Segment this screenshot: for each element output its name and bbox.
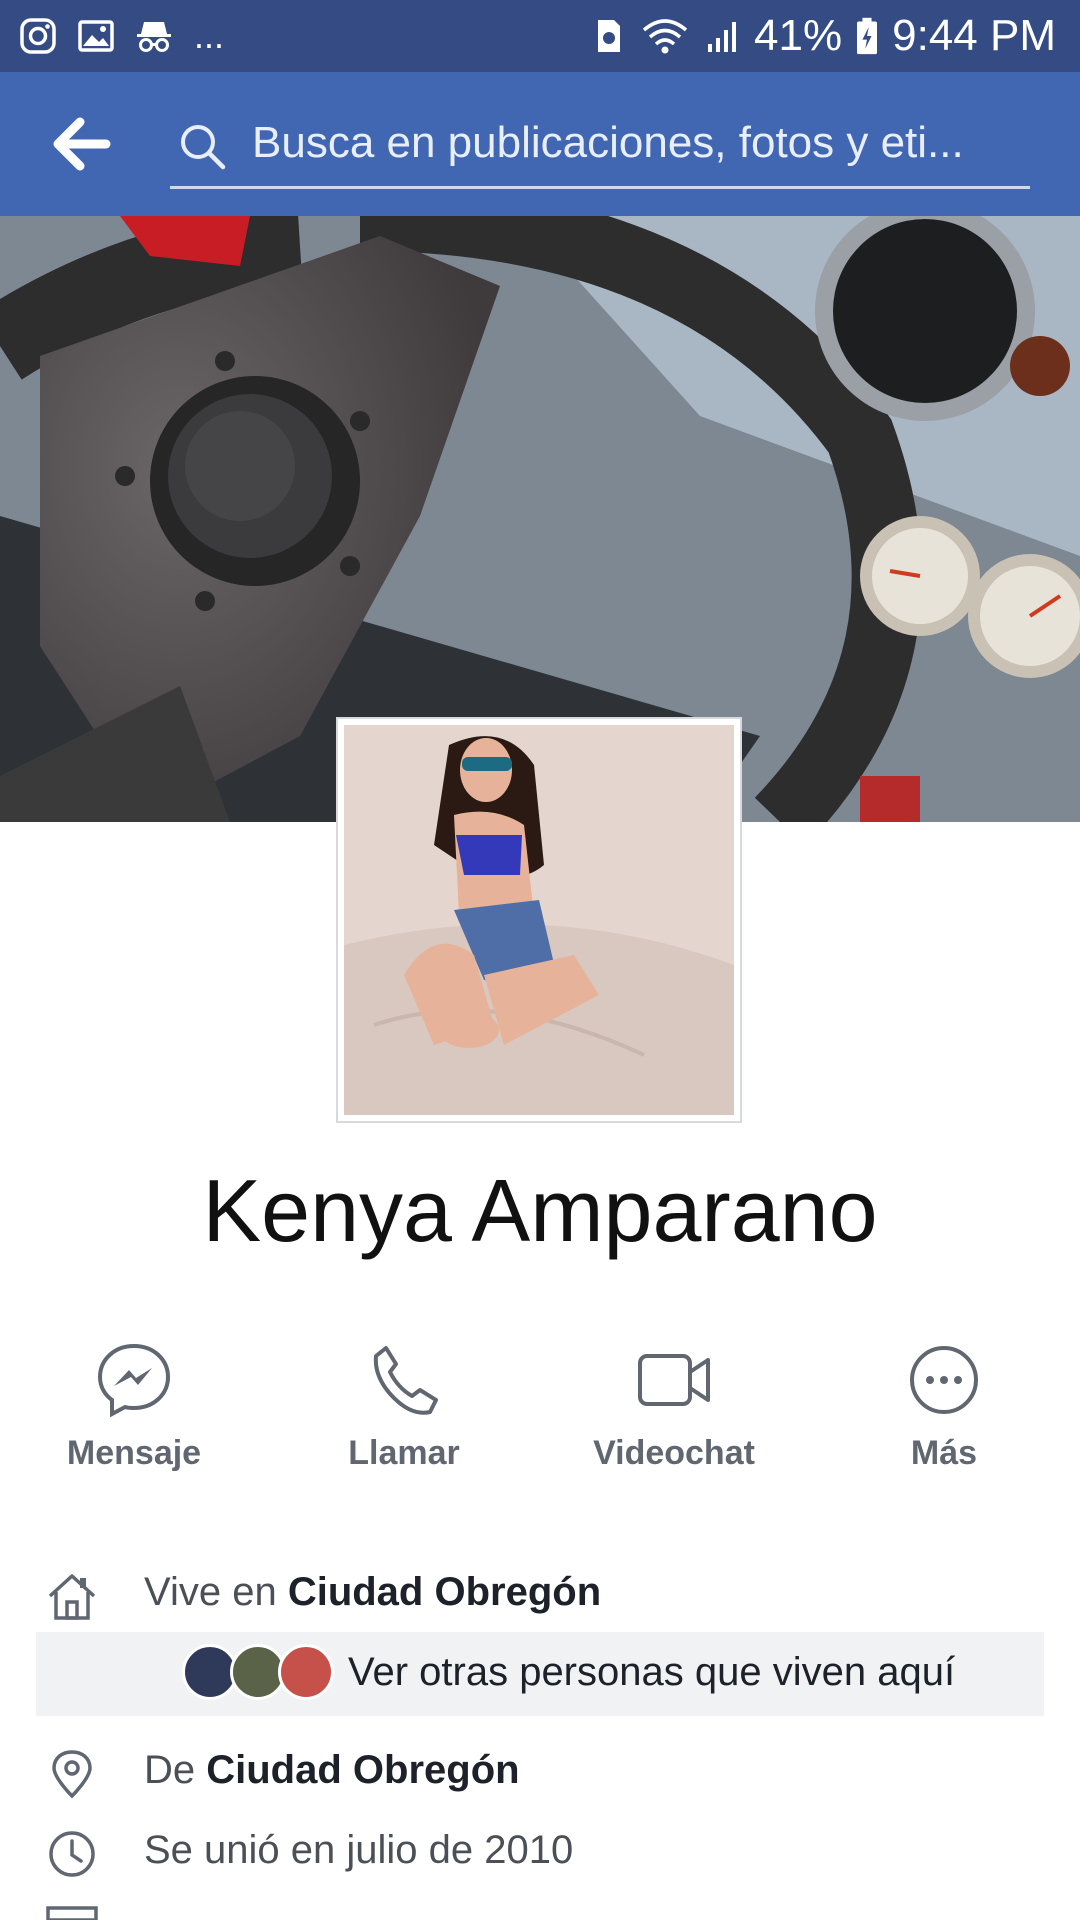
status-overflow: ... xyxy=(194,15,225,56)
messenger-icon xyxy=(97,1343,171,1418)
nearby-label: Ver otras personas que viven aquí xyxy=(348,1650,956,1694)
phone-icon xyxy=(373,1346,438,1415)
more-button[interactable]: Más xyxy=(834,1340,1054,1480)
search-input[interactable]: Busca en publicaciones, fotos y eti... xyxy=(252,118,1022,174)
search-bar[interactable]: Busca en publicaciones, fotos y eti... xyxy=(170,100,1030,189)
lives-place[interactable]: Ciudad Obregón xyxy=(288,1570,601,1614)
videochat-label: Videochat xyxy=(593,1434,755,1472)
search-icon xyxy=(181,125,226,170)
message-button[interactable]: Mensaje xyxy=(24,1340,244,1480)
profile-picture-image xyxy=(344,725,734,1115)
from-prefix: De xyxy=(144,1748,207,1792)
signal-icon xyxy=(708,22,737,52)
see-others-living-here-button[interactable]: Ver otras personas que viven aquí xyxy=(36,1632,1044,1716)
videochat-button[interactable]: Videochat xyxy=(564,1340,784,1480)
location-pin-icon xyxy=(52,1750,92,1799)
status-bar: ... 41% 9:44 PM xyxy=(0,0,1080,72)
home-icon xyxy=(48,1574,96,1620)
avatar xyxy=(278,1644,334,1700)
info-joined: Se unió en julio de 2010 xyxy=(0,1818,1080,1888)
info-from[interactable]: De Ciudad Obregón xyxy=(0,1738,1080,1808)
back-arrow-icon[interactable] xyxy=(52,116,112,172)
profile-picture[interactable] xyxy=(336,717,742,1123)
message-label: Mensaje xyxy=(66,1434,202,1472)
profile-actions: Mensaje Llamar Videochat Más xyxy=(0,1340,1080,1480)
lives-prefix: Vive en xyxy=(144,1570,288,1614)
info-lives-in[interactable]: Vive en Ciudad Obregón xyxy=(0,1560,1080,1630)
wifi-icon xyxy=(642,19,688,54)
profile-name: Kenya Amparano xyxy=(202,1161,878,1260)
instagram-icon xyxy=(20,18,56,54)
joined-text: Se unió en julio de 2010 xyxy=(144,1828,574,1872)
gallery-icon xyxy=(78,20,114,52)
battery-icon xyxy=(857,17,878,55)
more-icon xyxy=(910,1346,978,1414)
video-icon xyxy=(638,1354,710,1406)
sim-icon xyxy=(598,20,621,52)
incognito-icon xyxy=(137,22,171,52)
clock: 9:44 PM xyxy=(892,11,1056,60)
from-place[interactable]: Ciudad Obregón xyxy=(206,1748,519,1792)
list-icon xyxy=(46,1906,98,1920)
more-label: Más xyxy=(910,1434,978,1472)
app-bar: Busca en publicaciones, fotos y eti... xyxy=(0,72,1080,216)
clock-icon xyxy=(49,1831,95,1877)
call-button[interactable]: Llamar xyxy=(294,1340,514,1480)
call-label: Llamar xyxy=(348,1434,460,1472)
battery-percent: 41% xyxy=(754,11,843,60)
